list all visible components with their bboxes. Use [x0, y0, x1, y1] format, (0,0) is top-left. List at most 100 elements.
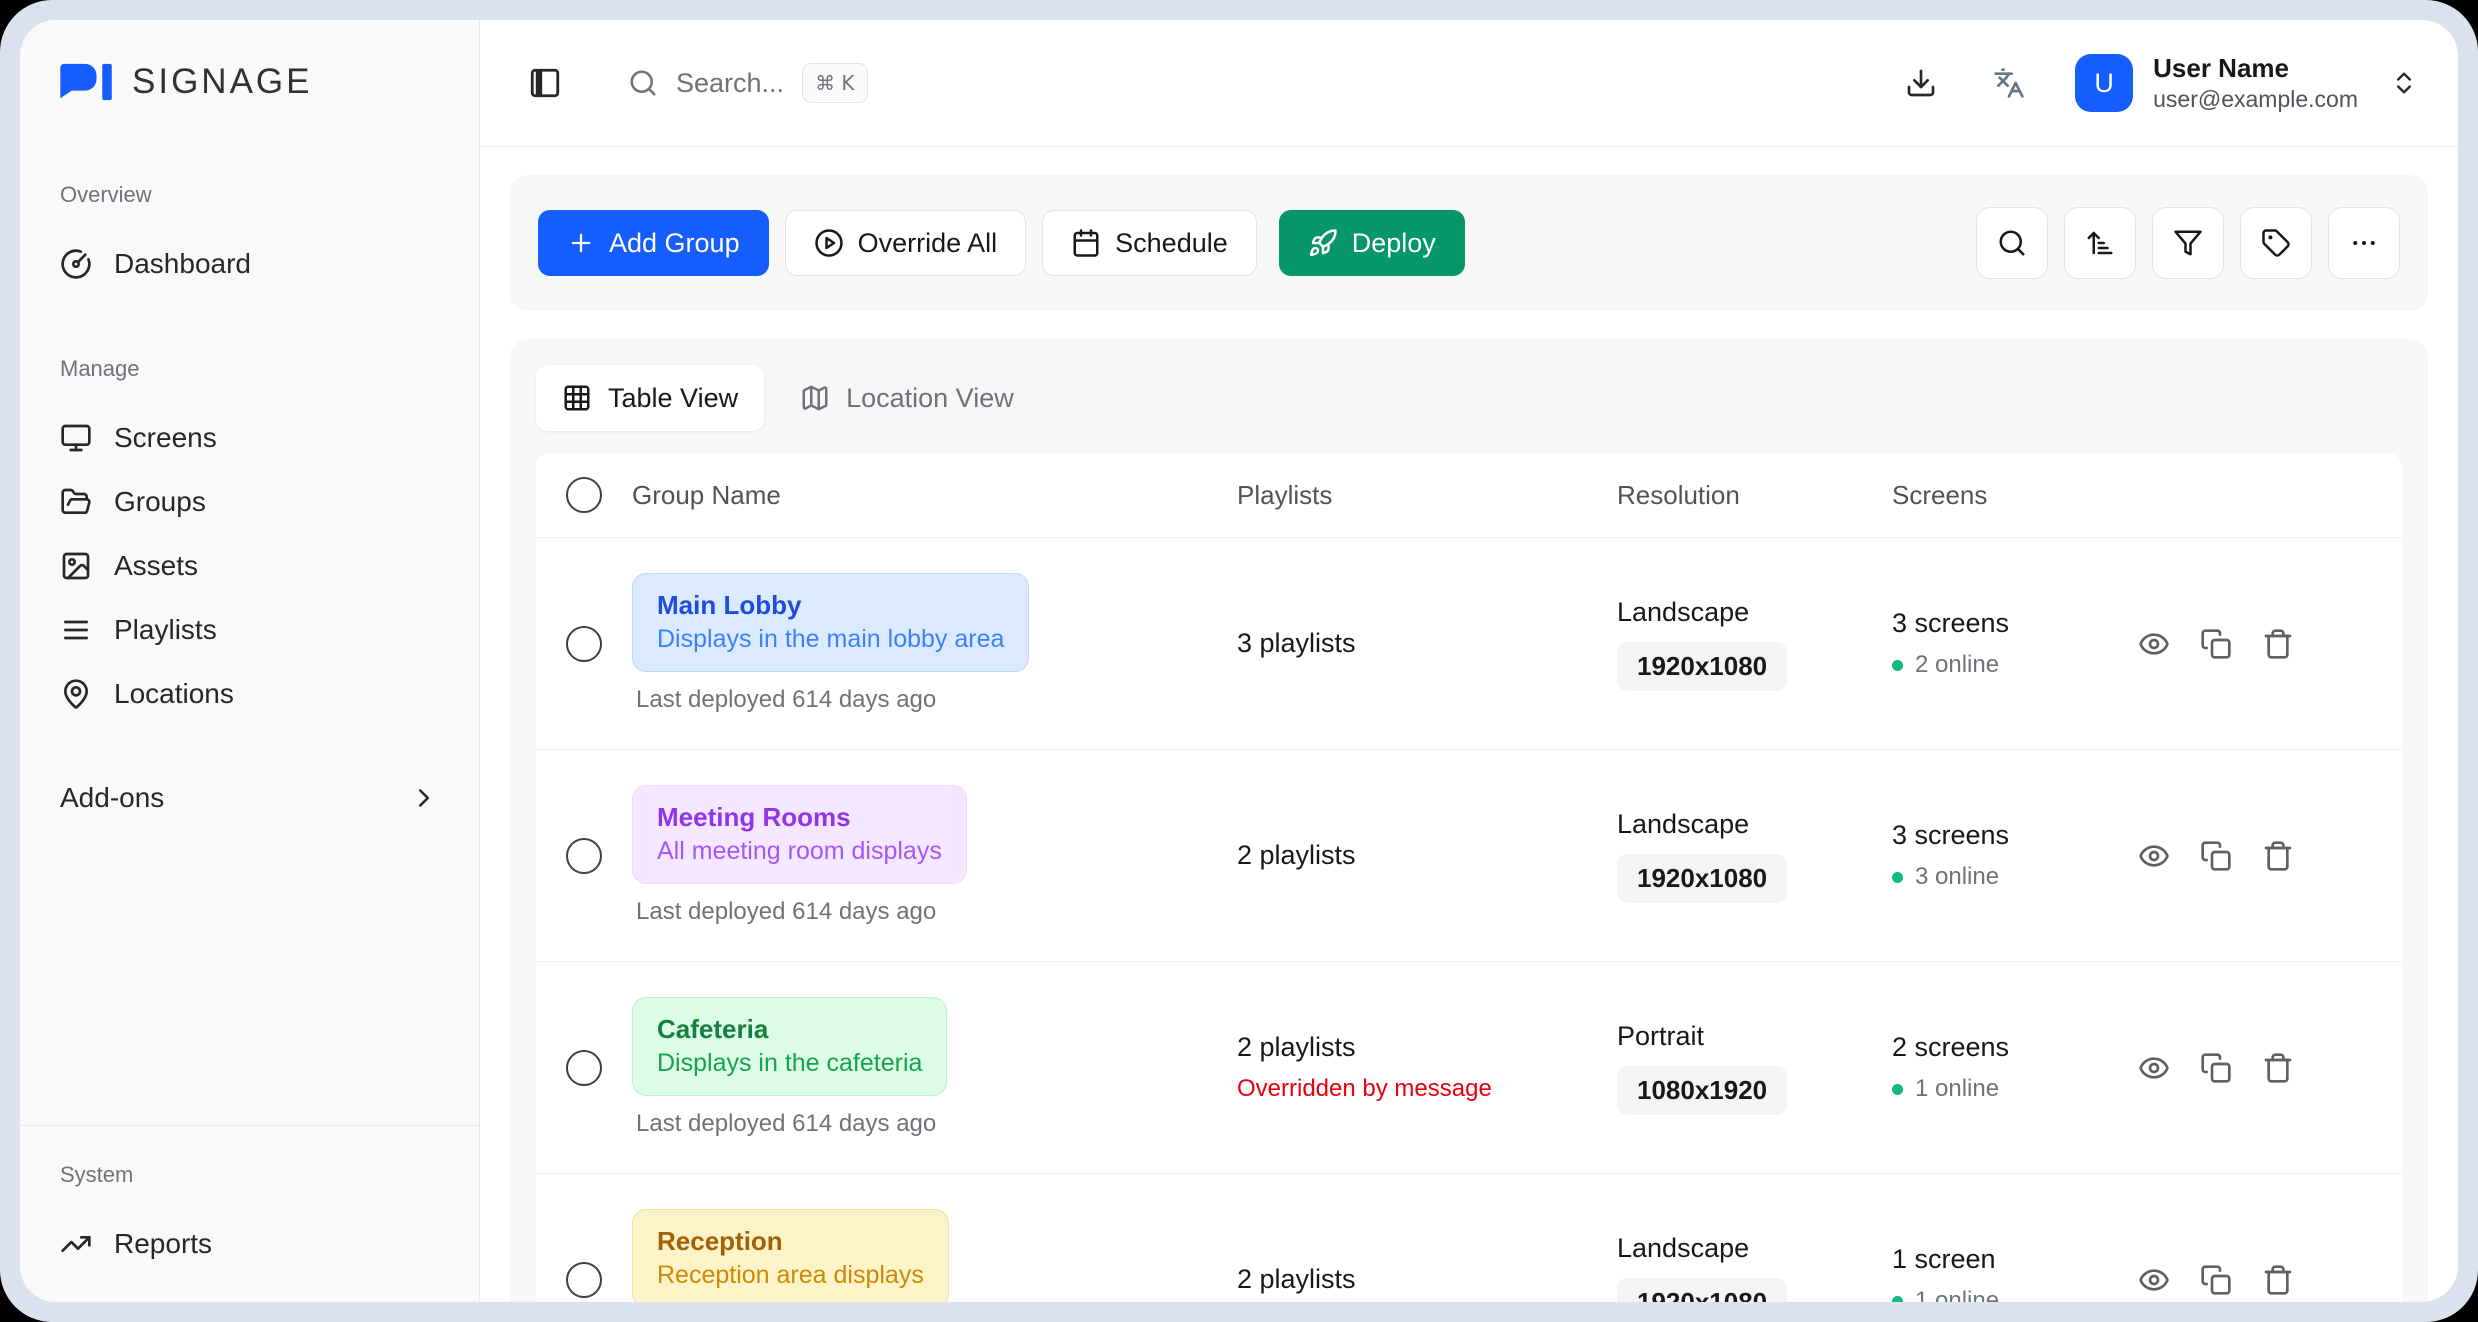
row-actions: [2112, 836, 2402, 876]
online-count: 1 online: [1915, 1075, 1999, 1103]
search-input[interactable]: Search... ⌘ K: [628, 63, 868, 103]
sidebar-item-label: Reports: [114, 1228, 212, 1260]
sidebar-item-label: Screens: [114, 422, 217, 454]
group-chip[interactable]: Cafeteria Displays in the cafeteria: [632, 997, 947, 1096]
table-row: Reception Reception area displays Last d…: [536, 1174, 2402, 1302]
tag-button[interactable]: [2240, 207, 2312, 279]
view-tabs: Table View Location View: [536, 365, 2402, 431]
sidebar-toggle-button[interactable]: [520, 58, 570, 108]
sidebar-item-label: Add-ons: [60, 782, 164, 814]
copy-icon: [2200, 1052, 2232, 1084]
tab-table-view[interactable]: Table View: [536, 365, 764, 431]
playlists-count: 3 playlists: [1237, 628, 1617, 659]
filter-button[interactable]: [2152, 207, 2224, 279]
add-group-label: Add Group: [609, 228, 740, 259]
delete-button[interactable]: [2258, 1048, 2298, 1088]
group-description: Reception area displays: [657, 1259, 924, 1293]
main-area: Search... ⌘ K U User Name: [480, 20, 2458, 1302]
user-email: user@example.com: [2153, 85, 2358, 114]
column-header-resolution: Resolution: [1617, 480, 1892, 511]
sidebar-item-assets[interactable]: Assets: [56, 534, 443, 598]
select-all-checkbox[interactable]: [566, 477, 602, 513]
monitor-icon: [60, 422, 92, 454]
table-icon: [562, 383, 592, 413]
online-status: 1 online: [1892, 1287, 2112, 1302]
add-group-button[interactable]: Add Group: [538, 210, 769, 276]
sidebar-footer: System Reports: [20, 1125, 479, 1302]
override-status: Overridden by message: [1237, 1075, 1617, 1103]
download-button[interactable]: [1899, 61, 1943, 105]
view-button[interactable]: [2134, 1048, 2174, 1088]
topbar-right: U User Name user@example.com: [1899, 52, 2418, 113]
group-cell: Cafeteria Displays in the cafeteria Last…: [632, 997, 1237, 1138]
view-button[interactable]: [2134, 624, 2174, 664]
duplicate-button[interactable]: [2196, 836, 2236, 876]
sidebar-item-groups[interactable]: Groups: [56, 470, 443, 534]
duplicate-button[interactable]: [2196, 1260, 2236, 1300]
view-button[interactable]: [2134, 836, 2174, 876]
sidebar-item-reports[interactable]: Reports: [56, 1212, 443, 1276]
sidebar-item-playlists[interactable]: Playlists: [56, 598, 443, 662]
search-shortcut-badge: ⌘ K: [802, 63, 867, 103]
row-checkbox[interactable]: [566, 1262, 602, 1298]
delete-button[interactable]: [2258, 836, 2298, 876]
row-checkbox[interactable]: [566, 626, 602, 662]
playlists-count: 2 playlists: [1237, 840, 1617, 871]
sidebar-item-screens[interactable]: Screens: [56, 406, 443, 470]
tab-location-view[interactable]: Location View: [774, 365, 1040, 431]
topbar: Search... ⌘ K U User Name: [480, 20, 2458, 147]
override-all-button[interactable]: Override All: [785, 210, 1027, 276]
row-checkbox[interactable]: [566, 838, 602, 874]
group-toolbar: Add Group Override All Schedule: [510, 175, 2428, 311]
group-chip[interactable]: Meeting Rooms All meeting room displays: [632, 785, 967, 884]
group-chip[interactable]: Main Lobby Displays in the main lobby ar…: [632, 573, 1029, 672]
online-status: 2 online: [1892, 651, 2112, 679]
row-actions: [2112, 624, 2402, 664]
group-cell: Meeting Rooms All meeting room displays …: [632, 785, 1237, 926]
group-name: Cafeteria: [657, 1012, 922, 1047]
search-icon: [628, 68, 658, 98]
translate-button[interactable]: [1987, 61, 2031, 105]
circle-play-icon: [814, 228, 844, 258]
view-button[interactable]: [2134, 1260, 2174, 1300]
groups-panel: Table View Location View Group Name: [510, 339, 2428, 1302]
duplicate-button[interactable]: [2196, 1048, 2236, 1088]
sidebar-item-locations[interactable]: Locations: [56, 662, 443, 726]
table-search-button[interactable]: [1976, 207, 2048, 279]
table-row: Cafeteria Displays in the cafeteria Last…: [536, 962, 2402, 1174]
screens-count: 2 screens: [1892, 1032, 2112, 1063]
online-count: 1 online: [1915, 1287, 1999, 1302]
screens-count: 3 screens: [1892, 608, 2112, 639]
delete-button[interactable]: [2258, 1260, 2298, 1300]
eye-icon: [2138, 1264, 2170, 1296]
online-dot: [1892, 1084, 1903, 1095]
orientation: Landscape: [1617, 597, 1892, 628]
deploy-button[interactable]: Deploy: [1279, 210, 1465, 276]
section-label-overview: Overview: [60, 182, 439, 208]
online-count: 3 online: [1915, 863, 1999, 891]
filter-icon: [2173, 228, 2203, 258]
more-button[interactable]: [2328, 207, 2400, 279]
group-description: All meeting room displays: [657, 835, 942, 869]
tab-label: Location View: [846, 383, 1014, 414]
group-name: Main Lobby: [657, 588, 1004, 623]
languages-icon: [1993, 67, 2025, 99]
table-row: Main Lobby Displays in the main lobby ar…: [536, 538, 2402, 750]
group-chip[interactable]: Reception Reception area displays: [632, 1209, 949, 1302]
sidebar: SIGNAGE Overview Dashboard Manage Screen…: [20, 20, 480, 1302]
schedule-button[interactable]: Schedule: [1042, 210, 1257, 276]
download-icon: [1905, 67, 1937, 99]
duplicate-button[interactable]: [2196, 624, 2236, 664]
sidebar-item-dashboard[interactable]: Dashboard: [56, 232, 443, 296]
sort-button[interactable]: [2064, 207, 2136, 279]
row-checkbox[interactable]: [566, 1050, 602, 1086]
user-menu[interactable]: U User Name user@example.com: [2075, 52, 2418, 113]
sort-ascending-icon: [2085, 228, 2115, 258]
sidebar-item-add-ons[interactable]: Add-ons: [56, 756, 443, 840]
delete-button[interactable]: [2258, 624, 2298, 664]
last-deployed: Last deployed 614 days ago: [632, 686, 936, 714]
avatar: U: [2075, 54, 2133, 112]
resolution-badge: 1920x1080: [1617, 854, 1787, 903]
search-icon: [1997, 228, 2027, 258]
gauge-icon: [60, 248, 92, 280]
